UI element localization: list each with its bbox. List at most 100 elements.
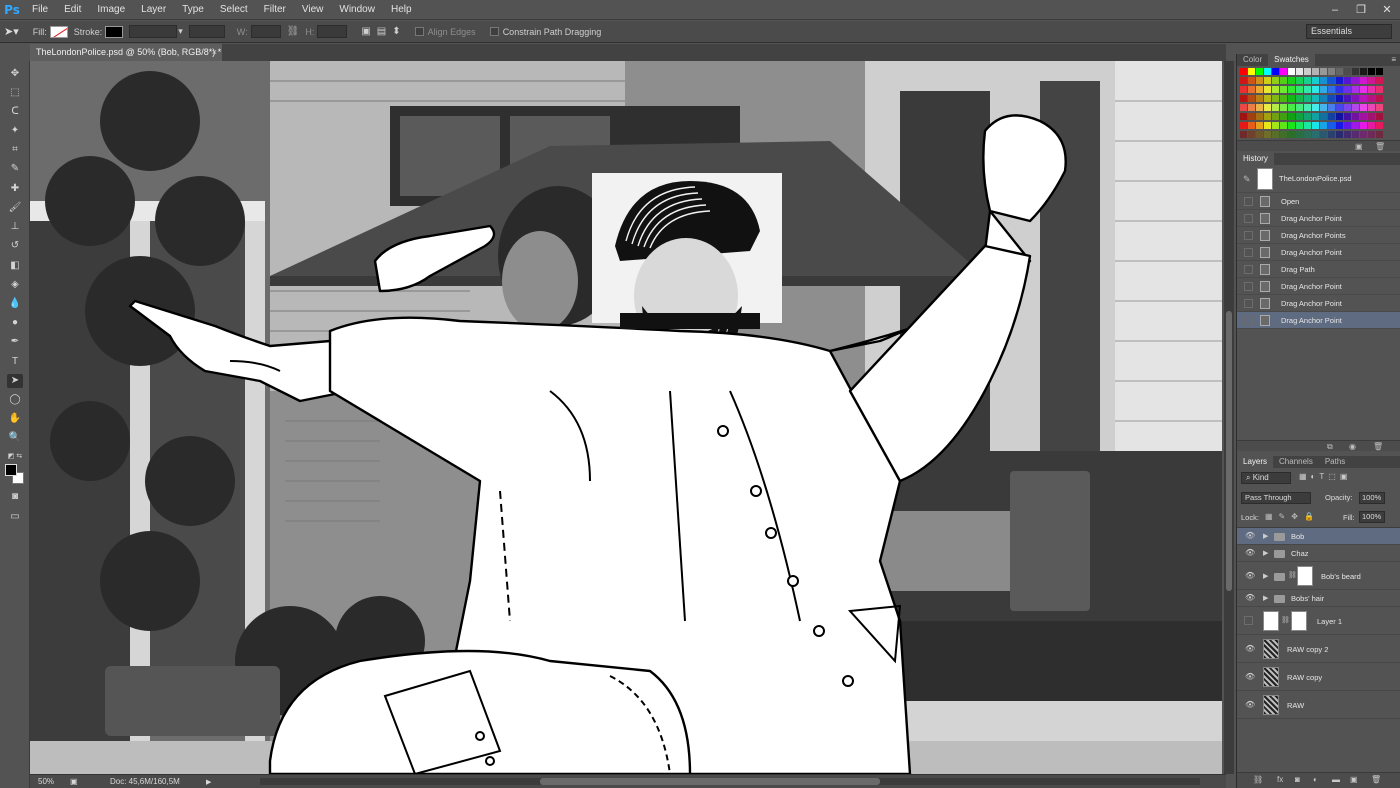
clone-stamp-tool-icon[interactable]: ⊥ [7, 220, 23, 234]
swatch[interactable] [1240, 77, 1247, 84]
stroke-width-field[interactable] [129, 25, 178, 38]
workspace-select[interactable]: Essentials [1306, 24, 1392, 39]
menu-filter[interactable]: Filter [256, 0, 294, 20]
tab-history[interactable]: History [1237, 153, 1274, 165]
swatch[interactable] [1360, 104, 1367, 111]
horizontal-scroll-thumb[interactable] [540, 778, 880, 785]
layer-row-chaz[interactable]: 👁 ▶ Chaz [1237, 545, 1400, 562]
status-arrow-icon[interactable]: ▶ [206, 778, 211, 786]
move-tool-icon[interactable]: ✥ [7, 67, 23, 81]
history-source-box[interactable] [1244, 231, 1253, 240]
swatch[interactable] [1352, 95, 1359, 102]
restore-icon[interactable]: ❐ [1348, 0, 1374, 20]
swatch[interactable] [1312, 104, 1319, 111]
eye-icon[interactable]: 👁 [1245, 531, 1255, 540]
swatch[interactable] [1320, 104, 1327, 111]
swatch[interactable] [1344, 104, 1351, 111]
swatch[interactable] [1264, 104, 1271, 111]
swatch[interactable] [1264, 122, 1271, 129]
filter-icons[interactable]: ▦◐T⬚▣ [1299, 472, 1351, 481]
swatch[interactable] [1328, 68, 1335, 75]
fill-swatch[interactable] [49, 25, 68, 38]
eyedropper-tool-icon[interactable]: ✎ [7, 162, 23, 176]
swatch[interactable] [1288, 113, 1295, 120]
swatch[interactable] [1304, 77, 1311, 84]
history-brush-tool-icon[interactable]: ↺ [7, 239, 23, 253]
trash-icon[interactable]: 🗑 [1371, 775, 1381, 784]
swatch[interactable] [1328, 122, 1335, 129]
swatch[interactable] [1320, 113, 1327, 120]
swatch[interactable] [1264, 77, 1271, 84]
swatch[interactable] [1376, 131, 1383, 138]
menu-layer[interactable]: Layer [133, 0, 174, 20]
swatch[interactable] [1248, 95, 1255, 102]
swatch[interactable] [1296, 104, 1303, 111]
dodge-tool-icon[interactable]: ● [7, 316, 23, 330]
eye-icon[interactable]: 👁 [1245, 672, 1255, 681]
height-field[interactable] [317, 25, 348, 38]
constrain-checkbox[interactable] [489, 27, 499, 36]
swatch[interactable] [1256, 86, 1263, 93]
swatch[interactable] [1272, 104, 1279, 111]
swatch[interactable] [1288, 104, 1295, 111]
swatch[interactable] [1272, 122, 1279, 129]
eye-icon[interactable]: 👁 [1245, 700, 1255, 709]
swatch[interactable] [1368, 95, 1375, 102]
swatch[interactable] [1240, 68, 1247, 75]
marquee-tool-icon[interactable]: ⬚ [7, 86, 23, 100]
swatch[interactable] [1376, 95, 1383, 102]
swatch[interactable] [1320, 77, 1327, 84]
tab-paths[interactable]: Paths [1319, 456, 1351, 468]
new-swatch-icon[interactable]: ▣ [1355, 141, 1363, 152]
swatch[interactable] [1288, 68, 1295, 75]
swatch[interactable] [1376, 104, 1383, 111]
swatch[interactable] [1256, 113, 1263, 120]
trash-icon[interactable]: 🗑 [1373, 441, 1383, 452]
swatch[interactable] [1336, 104, 1343, 111]
new-layer-icon[interactable]: ▣ [1350, 775, 1358, 784]
eye-icon[interactable]: 👁 [1245, 571, 1255, 580]
swatch[interactable] [1368, 68, 1375, 75]
swatch[interactable] [1352, 131, 1359, 138]
swatch[interactable] [1328, 86, 1335, 93]
swatch[interactable] [1360, 95, 1367, 102]
swatch[interactable] [1320, 122, 1327, 129]
brush-tool-icon[interactable]: 🖌 [7, 201, 23, 215]
menu-help[interactable]: Help [383, 0, 420, 20]
swatch[interactable] [1272, 68, 1279, 75]
swatch[interactable] [1304, 86, 1311, 93]
ellipse-tool-icon[interactable]: ◯ [7, 393, 23, 407]
expand-triangle-icon[interactable]: ▶ [1263, 532, 1268, 540]
mask-thumbnail[interactable] [1297, 566, 1313, 586]
horizontal-scrollbar[interactable] [260, 778, 1200, 785]
swatch-grid[interactable] [1240, 68, 1388, 140]
menu-view[interactable]: View [294, 0, 332, 20]
history-snapshot[interactable]: ✎ TheLondonPolice.psd [1237, 165, 1400, 193]
history-item[interactable]: Drag Anchor Point [1237, 244, 1400, 261]
crop-tool-icon[interactable]: ⌗ [7, 143, 23, 157]
visibility-off-box[interactable] [1244, 616, 1253, 625]
swatch[interactable] [1376, 68, 1383, 75]
swatch[interactable] [1320, 95, 1327, 102]
add-mask-icon[interactable]: ◙ [1295, 775, 1300, 784]
new-group-icon[interactable]: ▬ [1332, 775, 1340, 784]
swatch[interactable] [1240, 95, 1247, 102]
minimize-icon[interactable]: – [1322, 0, 1348, 20]
eye-icon[interactable]: 👁 [1245, 548, 1255, 557]
swatch[interactable] [1312, 77, 1319, 84]
swatch[interactable] [1280, 113, 1287, 120]
swatch[interactable] [1328, 95, 1335, 102]
history-item[interactable]: Drag Anchor Points [1237, 227, 1400, 244]
swatch[interactable] [1360, 77, 1367, 84]
layer-row-layer-1[interactable]: ⛓ Layer 1 [1237, 607, 1400, 635]
swatch[interactable] [1312, 122, 1319, 129]
tab-channels[interactable]: Channels [1273, 456, 1319, 468]
swatch[interactable] [1352, 122, 1359, 129]
swatch[interactable] [1320, 86, 1327, 93]
swatch[interactable] [1288, 86, 1295, 93]
swatch[interactable] [1296, 77, 1303, 84]
history-item[interactable]: Drag Path [1237, 261, 1400, 278]
blur-tool-icon[interactable]: 💧 [7, 297, 23, 311]
swatch[interactable] [1304, 68, 1311, 75]
swatch[interactable] [1344, 86, 1351, 93]
